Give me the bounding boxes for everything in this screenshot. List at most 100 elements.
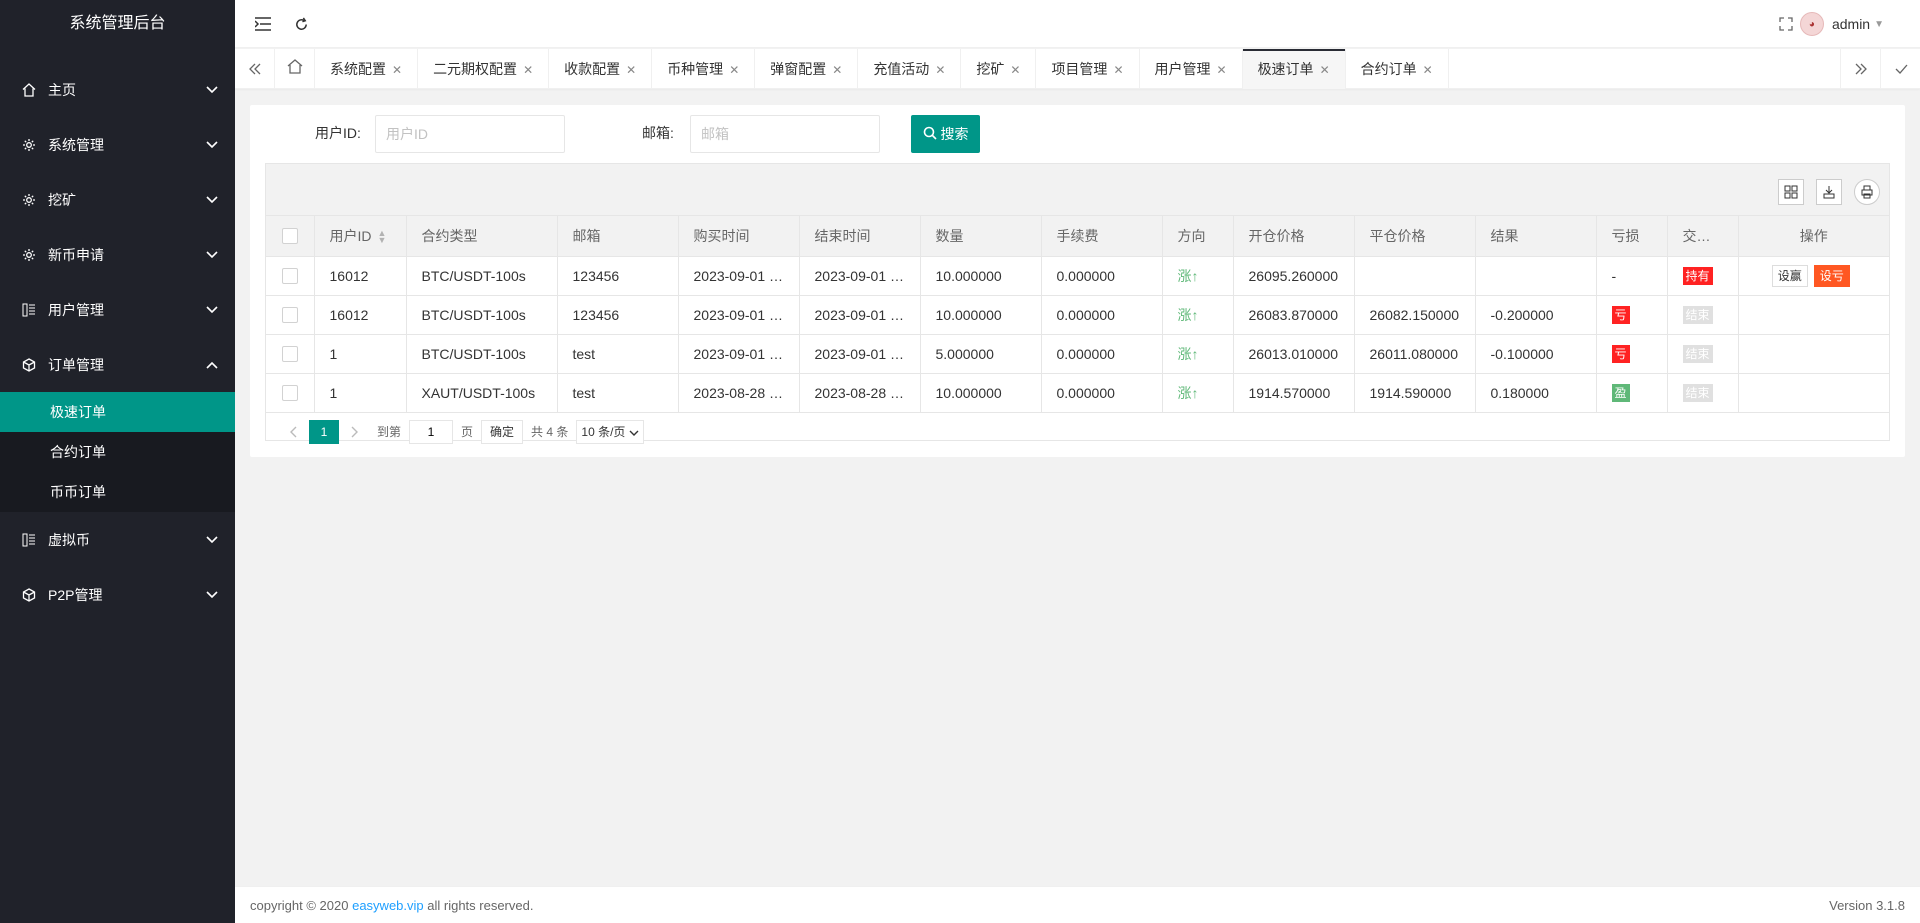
close-icon[interactable]: ✕ [1320,63,1330,77]
close-icon[interactable]: ✕ [626,63,636,77]
prev-page-icon[interactable] [281,420,305,444]
close-icon[interactable]: ✕ [1010,63,1020,77]
tab-8[interactable]: 用户管理 ✕ [1140,49,1243,89]
cell-fee: 0.000000 [1041,334,1163,374]
column-header[interactable]: 用户ID ▲ ▼ [314,216,407,257]
row-checkbox[interactable] [281,268,298,285]
tab-label: 二元期权配置 [433,61,518,77]
tabs-scroll-left-button[interactable] [235,49,275,89]
search-icon [923,126,937,143]
page-current[interactable]: 1 [309,419,339,444]
sidebar-item-0[interactable]: 主页 [0,62,235,117]
close-icon[interactable]: ✕ [523,63,533,77]
column-header: 亏损 [1596,216,1668,257]
select-all-checkbox[interactable] [281,228,298,245]
sidebar-item-1[interactable]: 系统管理 [0,117,235,172]
status-badge: 结束 [1682,344,1713,363]
search-button[interactable]: 搜索 [911,115,980,153]
goto-page-input[interactable] [409,419,454,444]
close-icon[interactable]: ✕ [392,63,402,77]
tab-1[interactable]: 二元期权配置 ✕ [418,49,550,89]
column-header-label: 平仓价格 [1369,227,1426,244]
close-icon[interactable]: ✕ [729,63,739,77]
set-win-button[interactable]: 设赢 [1771,264,1808,287]
tab-0[interactable]: 系统配置 ✕ [315,49,419,89]
tab-9[interactable]: 极速订单 ✕ [1242,49,1346,89]
tab-5[interactable]: 充值活动 ✕ [858,49,962,89]
sidebar-item-2[interactable]: 挖矿 [0,172,235,227]
tab-label: 极速订单 [1257,61,1314,77]
close-icon[interactable]: ✕ [1113,63,1123,77]
refresh-icon[interactable] [291,14,311,34]
close-icon[interactable]: ✕ [832,63,842,77]
sort-icon[interactable]: ▲ ▼ [378,229,387,245]
sidebar-item-4[interactable]: 用户管理 [0,282,235,337]
table-row: 16012 BTC/USDT-100s 123456 2023-09-01 … 2023… [266,256,1889,296]
email-label: 邮箱: [642,125,674,141]
table-row: 1 BTC/USDT-100s test 2023-09-01 … 2023-09-01… [266,334,1889,374]
tabs-menu-button[interactable] [1880,49,1920,89]
sidebar-item-6[interactable]: 虚拟币 [0,512,235,567]
fullscreen-icon[interactable] [1776,14,1796,34]
tab-7[interactable]: 项目管理 ✕ [1036,49,1140,89]
cell-uid: 16012 [314,295,407,335]
print-icon[interactable] [1854,179,1880,205]
cell-fee: 0.000000 [1041,373,1163,413]
set-loss-button[interactable]: 设亏 [1813,264,1850,287]
next-page-icon[interactable] [343,420,367,444]
sidebar-item-5[interactable]: 订单管理 [0,337,235,392]
export-icon[interactable] [1816,179,1842,205]
columns-filter-icon[interactable] [1778,179,1804,205]
sidebar-item-7[interactable]: P2P管理 [0,567,235,622]
submenu-item-1[interactable]: 合约订单 [0,432,235,472]
tab-10[interactable]: 合约订单 ✕ [1346,49,1449,89]
user-menu[interactable]: ◕ admin ▼ [1799,12,1884,36]
close-icon[interactable]: ✕ [1217,63,1227,77]
row-checkbox[interactable] [281,346,298,363]
tab-label: 币种管理 [667,61,724,77]
cell-result [1475,256,1597,296]
row-checkbox[interactable] [281,385,298,402]
tab-4[interactable]: 弹窗配置 ✕ [755,49,859,89]
sidebar-item-3[interactable]: 新币申请 [0,227,235,282]
chevron-up-icon [205,358,219,372]
cell-qty: 10.000000 [920,373,1042,413]
column-header: 交… [1667,216,1739,257]
tab-label: 合约订单 [1360,61,1417,77]
userid-input[interactable] [375,115,565,153]
tab-label: 系统配置 [330,61,386,77]
tab-2[interactable]: 收款配置 ✕ [549,49,653,89]
close-icon[interactable]: ✕ [935,63,945,77]
page-size-value: 10 条/页 [581,425,626,439]
column-header: 数量 [920,216,1042,257]
page-size-select[interactable]: 10 条/页 [576,419,645,444]
copyright: copyright © 2020 easyweb.vip all rights … [250,898,533,913]
cell-fee: 0.000000 [1041,295,1163,335]
cell-dir: 涨↑ [1162,334,1234,374]
cell-buy: 2023-08-28 … [678,373,800,413]
footer-link[interactable]: easyweb.vip [352,898,424,913]
tab-6[interactable]: 挖矿 ✕ [961,49,1037,89]
tab-label: 项目管理 [1051,61,1108,77]
row-select-cell [266,295,315,335]
tab-3[interactable]: 币种管理 ✕ [652,49,756,89]
goto-confirm-button[interactable]: 确定 [481,419,524,444]
submenu-item-0[interactable]: 极速订单 [0,392,235,432]
table-toolbar [266,164,1889,216]
tab-home[interactable] [275,49,315,89]
tabs-scroll-right-button[interactable] [1840,49,1880,89]
collapse-menu-icon[interactable] [253,14,273,34]
chevron-down-icon [205,248,219,262]
column-header-label: 操作 [1799,227,1828,244]
row-select-cell [266,256,315,296]
column-header-label: 购买时间 [693,227,750,244]
cell-email: test [557,334,679,374]
row-checkbox[interactable] [281,307,298,324]
cell-uid: 1 [314,373,407,413]
submenu-item-2[interactable]: 币币订单 [0,472,235,512]
cell-open: 26013.010000 [1233,334,1355,374]
close-icon[interactable]: ✕ [1423,63,1433,77]
gear-icon [20,248,38,262]
email-input[interactable] [690,115,880,153]
tab-label: 充值活动 [873,61,930,77]
